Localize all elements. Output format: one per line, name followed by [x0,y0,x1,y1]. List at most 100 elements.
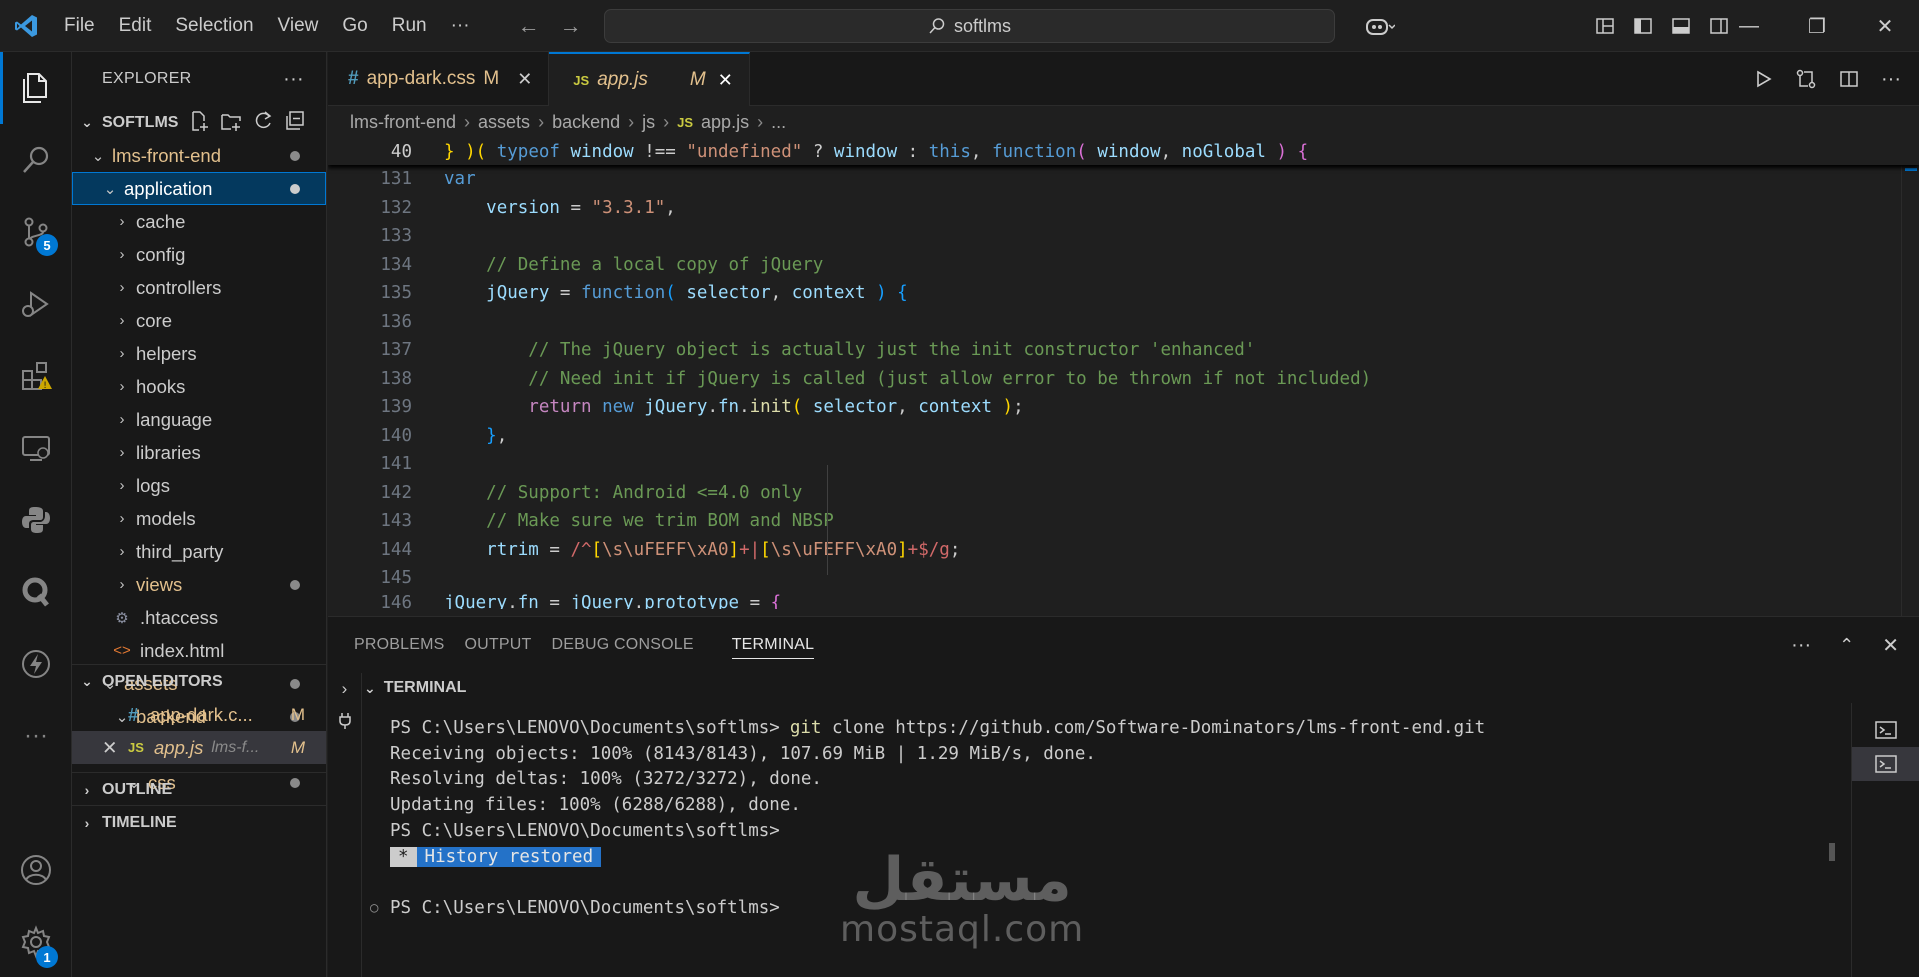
code-line[interactable]: 140 }, [328,422,1919,451]
tree-item[interactable]: › logs [72,469,326,502]
tree-item[interactable]: ⌄ lms-front-end [72,139,326,172]
code-editor[interactable]: 40} )( typeof window !== "undefined" ? w… [328,138,1919,616]
tree-item[interactable]: › libraries [72,436,326,469]
command-center-search[interactable]: softlms [604,9,1335,43]
menu-view[interactable]: View [266,0,331,52]
tree-item[interactable]: ⚙ .htaccess [72,601,326,634]
tab-terminal[interactable]: TERMINAL [731,631,815,659]
root-folder-header[interactable]: ⌄ SOFTLMS [72,106,326,139]
collapse-all-icon[interactable] [284,110,306,132]
code-line[interactable]: 138 // Need init if jQuery is called (ju… [328,365,1919,394]
tree-item[interactable]: › third_party [72,535,326,568]
breadcrumb-item[interactable]: assets [478,112,530,133]
tree-item[interactable]: › core [72,304,326,337]
terminal-instance-icon[interactable] [1852,713,1919,747]
code-line[interactable]: 137 // The jQuery object is actually jus… [328,336,1919,365]
tab-output[interactable]: OUTPUT [465,617,550,673]
tab-debug-console[interactable]: DEBUG CONSOLE [552,617,712,673]
minimize-button[interactable]: — [1715,15,1783,38]
accounts-icon[interactable] [0,834,72,906]
menu-more[interactable]: ··· [439,0,482,52]
menu-run[interactable]: Run [380,0,439,52]
menu-selection[interactable]: Selection [163,0,265,52]
sticky-scroll-line[interactable]: 40} )( typeof window !== "undefined" ? w… [328,138,1919,165]
menu-edit[interactable]: Edit [107,0,164,52]
run-debug-icon[interactable] [0,268,72,340]
new-folder-icon[interactable] [220,110,242,132]
breadcrumb-item[interactable]: ... [771,112,786,133]
new-file-icon[interactable] [188,110,210,132]
chevron-right-icon[interactable]: › [328,673,361,705]
explorer-more-button[interactable]: ··· [283,68,304,91]
remote-explorer-icon[interactable] [0,412,72,484]
timeline-header[interactable]: › TIMELINE [72,806,326,839]
compare-changes-icon[interactable] [1795,68,1817,90]
terminal-instance-icon[interactable] [1852,747,1919,781]
tree-item[interactable]: › hooks [72,370,326,403]
tab-app-js[interactable]: JS app.js M ✕ [549,52,750,106]
toggle-panel-icon[interactable] [1662,0,1700,52]
code-line[interactable]: 141 [328,450,1919,479]
editor-scrollbar[interactable] [1901,138,1919,616]
code-line[interactable]: 146 jQuery.fn = jQuery.prototype = { [328,593,1919,609]
outline-header[interactable]: › OUTLINE [72,773,326,806]
copilot-icon[interactable] [1354,0,1406,52]
tree-item[interactable]: › helpers [72,337,326,370]
code-line[interactable]: 134 // Define a local copy of jQuery [328,251,1919,280]
menu-file[interactable]: File [52,0,107,52]
python-icon[interactable] [0,484,72,556]
restore-button[interactable]: ❐ [1783,14,1851,39]
extensions-icon[interactable]: ! [0,340,72,412]
tree-item[interactable]: › cache [72,205,326,238]
search-activity-icon[interactable] [0,124,72,196]
close-icon[interactable]: ✕ [102,737,128,759]
customize-layout-icon[interactable] [1586,0,1624,52]
split-editor-icon[interactable] [1839,69,1859,89]
close-icon[interactable]: ✕ [517,69,532,90]
code-line[interactable]: 143 // Make sure we trim BOM and NBSP [328,507,1919,536]
breadcrumb-item[interactable]: js [642,112,655,133]
breadcrumb-item[interactable]: backend [552,112,620,133]
code-line[interactable]: 132 version = "3.3.1", [328,194,1919,223]
refresh-icon[interactable] [252,110,274,132]
more-actions-icon[interactable]: ··· [1881,68,1901,91]
tree-item[interactable]: › config [72,238,326,271]
code-line[interactable]: 136 [328,308,1919,337]
terminal-scrollbar[interactable] [1829,843,1835,861]
maximize-panel-icon[interactable]: ⌃ [1839,635,1854,656]
tab-problems[interactable]: PROBLEMS [354,617,463,673]
code-line[interactable]: 145 [328,564,1919,593]
toggle-primary-sidebar-icon[interactable] [1624,0,1662,52]
code-line[interactable]: 142 // Support: Android <=4.0 only [328,479,1919,508]
tree-item[interactable]: ⌄ application [72,172,326,205]
code-line[interactable]: 135 jQuery = function( selector, context… [328,279,1919,308]
panel-more-icon[interactable]: ··· [1791,634,1811,657]
tree-item[interactable]: › controllers [72,271,326,304]
open-editors-header[interactable]: ⌄ OPEN EDITORS [72,665,326,698]
terminal-section-header[interactable]: ⌄ TERMINAL [364,673,466,703]
tree-item[interactable]: › models [72,502,326,535]
close-panel-icon[interactable]: ✕ [1882,633,1899,658]
tree-item[interactable]: › views [72,568,326,601]
breadcrumb-item[interactable]: app.js [701,112,749,133]
close-icon[interactable]: ✕ [718,70,733,91]
explorer-icon[interactable] [0,52,72,124]
code-line[interactable]: 133 [328,222,1919,251]
thunder-client-icon[interactable] [0,628,72,700]
menu-go[interactable]: Go [330,0,379,52]
q-extension-icon[interactable] [0,556,72,628]
plug-icon[interactable] [328,705,361,737]
source-control-icon[interactable]: 5 [0,196,72,268]
open-editor-item[interactable]: # app-dark.c... M [72,698,326,731]
code-line[interactable]: 131 var [328,165,1919,194]
manage-gear-icon[interactable]: 1 [0,906,72,977]
run-icon[interactable] [1753,69,1773,89]
breadcrumb-item[interactable]: lms-front-end [350,112,456,133]
code-line[interactable]: 144 rtrim = /^[\s\uFEFF\xA0]+|[\s\uFEFF\… [328,536,1919,565]
tree-item[interactable]: › language [72,403,326,436]
open-editor-item[interactable]: ✕ JS app.js lms-f... M [72,731,326,764]
more-views-icon[interactable]: ··· [0,700,72,772]
close-window-button[interactable]: ✕ [1851,14,1919,39]
code-line[interactable]: 139 return new jQuery.fn.init( selector,… [328,393,1919,422]
tab-app-dark-css[interactable]: # app-dark.css M ✕ [328,52,550,106]
